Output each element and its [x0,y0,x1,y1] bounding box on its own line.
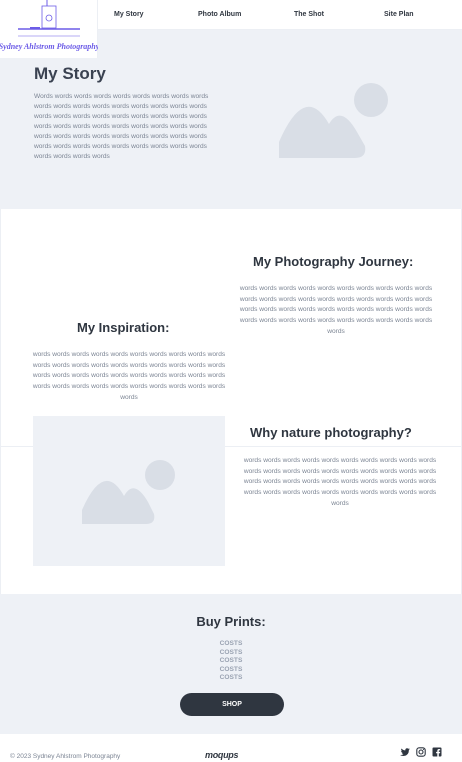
logo-text: Sydney Ahlstrom Photography [0,42,98,51]
page-title: My Story [34,64,106,83]
cost-item: COSTS [219,648,243,656]
cost-item: COSTS [219,665,243,673]
journey-text: words words words words words words word… [239,285,433,335]
inspiration-text: words words words words words words word… [32,351,226,401]
journey-heading: My Photography Journey: [253,254,414,269]
logo-graphic: Sydney Ahlstrom Photography [0,0,100,51]
inspiration-heading: My Inspiration: [77,320,170,335]
my-story-text: Words words words words words words word… [34,93,209,160]
cost-item: COSTS [219,674,243,681]
nav-the-shot[interactable]: The Shot [294,11,324,18]
buy-prints-heading: Buy Prints: [196,614,266,629]
nature-text: words words words words words words word… [243,457,437,507]
instagram-icon[interactable] [416,747,426,757]
nav-my-story[interactable]: My Story [114,11,144,18]
nature-heading: Why nature photography? [250,425,412,440]
facebook-icon[interactable] [432,747,442,757]
twitter-icon[interactable] [400,747,410,757]
site-footer: © 2023 Sydney Ahlstrom Photography moqup… [0,734,462,762]
site-logo[interactable]: Sydney Ahlstrom Photography [0,0,100,58]
image-placeholder-icon [82,460,175,524]
image-placeholder-icon [279,83,388,158]
costs-list: COSTS COSTS COSTS COSTS COSTS [0,640,462,683]
shop-button[interactable]: SHOP [180,693,284,716]
nav-photo-album[interactable]: Photo Album [198,11,241,18]
photo-placeholder [33,416,225,566]
nav-site-plan[interactable]: Site Plan [384,11,414,18]
cost-item: COSTS [219,640,243,647]
left-border [0,209,1,594]
buy-prints-section: Buy Prints: COSTS COSTS COSTS COSTS COST… [0,594,462,734]
copyright-text: © 2023 Sydney Ahlstrom Photography [10,753,121,760]
cost-item: COSTS [219,657,243,664]
moqups-brand[interactable]: moqups [205,750,239,760]
